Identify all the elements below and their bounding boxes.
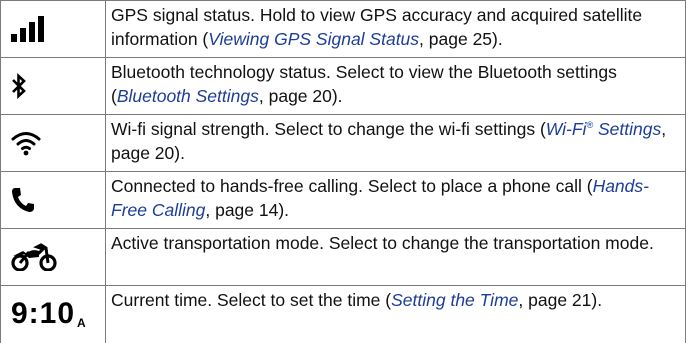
page-reference: , page 21). [518,290,603,310]
description-cell: Active transportation mode. Select to ch… [105,228,686,286]
icon-cell [0,57,106,115]
cross-reference-link[interactable]: Bluetooth Settings [117,86,259,106]
motorcycle-icon [11,243,57,271]
description-cell: Bluetooth technology status. Select to v… [105,57,686,115]
cross-reference-link[interactable]: Viewing GPS Signal Status [208,29,419,49]
link-text: Wi-Fi [545,119,587,139]
clock-time-icon: 9:10 A [11,297,87,331]
table-row: Bluetooth technology status. Select to v… [0,57,686,115]
icon-cell [0,171,106,229]
description-text: Wi-fi signal strength. Select to change … [111,119,546,139]
wifi-icon [11,132,41,156]
cross-reference-link[interactable]: Setting the Time [391,290,518,310]
icon-cell: 9:10 A [0,285,106,343]
table-row: 9:10 A Current time. Select to set the ti… [0,285,686,343]
page-reference: , page 25). [419,29,503,49]
description-cell: Connected to hands-free calling. Select … [105,171,686,229]
time-value: 9:10 [11,297,76,331]
signal-bars-icon [11,16,44,42]
cross-reference-link[interactable]: Wi-Fi® Settings [546,119,661,139]
table-row: Active transportation mode. Select to ch… [0,228,686,286]
bluetooth-icon [12,73,26,99]
page-reference: , page 14). [205,200,290,220]
description-text: Current time. Select to set the time ( [111,290,392,310]
description-cell: GPS signal status. Hold to view GPS accu… [105,0,686,58]
phone-icon [12,188,34,212]
table-row: Wi-fi signal strength. Select to change … [0,114,686,172]
description-text: Active transportation mode. Select to ch… [111,233,654,253]
icon-cell [0,114,106,172]
table-row: GPS signal status. Hold to view GPS accu… [0,0,686,58]
page-reference: , page 20). [258,86,343,106]
icon-cell [0,228,106,286]
icon-cell [0,0,106,58]
description-text: Connected to hands-free calling. Select … [111,176,593,196]
description-cell: Current time. Select to set the time (Se… [105,285,686,343]
table-row: Connected to hands-free calling. Select … [0,171,686,229]
link-tail-text: Settings [593,119,662,139]
description-cell: Wi-fi signal strength. Select to change … [105,114,686,172]
time-suffix: A [77,316,87,331]
status-icon-table: GPS signal status. Hold to view GPS accu… [0,0,686,343]
